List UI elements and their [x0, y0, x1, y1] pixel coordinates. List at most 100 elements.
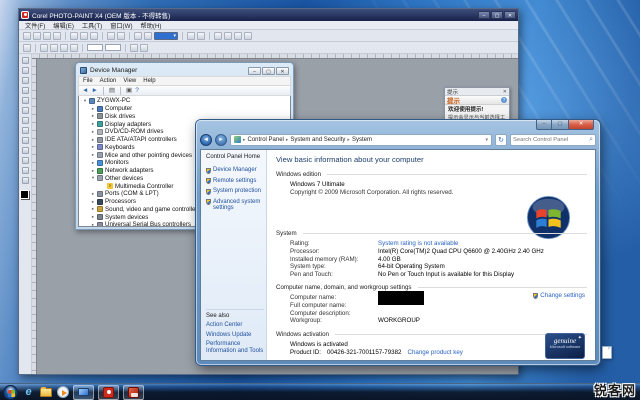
open-icon[interactable]	[33, 32, 41, 40]
breadcrumb-control-panel[interactable]: Control Panel	[248, 137, 284, 143]
pen-icon[interactable]	[70, 44, 78, 52]
fill-tool-icon[interactable]	[22, 167, 29, 174]
text-tool-icon[interactable]	[22, 147, 29, 154]
rotate-icon[interactable]	[130, 44, 138, 52]
menu-tools[interactable]: 工具(T)	[82, 21, 102, 30]
menu-file[interactable]: 文件(F)	[25, 21, 45, 30]
start-button[interactable]	[3, 385, 18, 400]
network-adapter-icon	[97, 168, 103, 174]
crop-tool-icon[interactable]	[22, 77, 29, 84]
tool-preset-icon[interactable]	[23, 44, 31, 52]
taskbar-app-photo-viewer[interactable]	[123, 385, 144, 400]
shape-icon[interactable]	[40, 44, 48, 52]
menu-help[interactable]: 帮助(H)	[141, 21, 162, 30]
breadcrumb[interactable]: ▸ Control Panel ▸ System and Security ▸ …	[230, 134, 492, 146]
menu-window[interactable]: 窗口(W)	[110, 21, 132, 30]
position-y-field[interactable]	[105, 44, 121, 51]
menu-help[interactable]: Help	[143, 78, 155, 84]
sidebar-item-advanced-settings[interactable]: Advanced system settings	[206, 199, 264, 212]
fullscreen-icon[interactable]	[187, 32, 195, 40]
hints-help-icon[interactable]: ?	[501, 97, 507, 103]
flip-icon[interactable]	[140, 44, 148, 52]
sidebar-item-remote-settings[interactable]: Remote settings	[206, 178, 264, 185]
align-icon[interactable]	[224, 32, 232, 40]
see-also-performance[interactable]: Performance Information and Tools	[206, 341, 264, 354]
eyedropper-tool-icon[interactable]	[22, 97, 29, 104]
paste-icon[interactable]	[90, 32, 98, 40]
menu-edit[interactable]: 编辑(E)	[53, 21, 74, 30]
internet-explorer-icon[interactable]: e	[22, 386, 35, 399]
minimize-button[interactable]: –	[478, 11, 490, 19]
app-launcher-icon[interactable]	[244, 32, 252, 40]
device-manager-title-bar[interactable]: Device Manager – ▢ ✕	[78, 65, 291, 76]
cut-icon[interactable]	[70, 32, 78, 40]
options-icon[interactable]	[234, 32, 242, 40]
change-product-key-link[interactable]: Change product key	[408, 349, 463, 356]
minimize-button[interactable]: –	[536, 120, 552, 130]
forward-button[interactable]: ►	[215, 134, 227, 146]
search-box[interactable]: ⌕	[510, 134, 596, 146]
see-also-windows-update[interactable]: Windows Update	[206, 332, 264, 339]
export-icon[interactable]	[144, 32, 152, 40]
redo-icon[interactable]	[117, 32, 125, 40]
menu-view[interactable]: View	[123, 78, 136, 84]
maximize-button[interactable]: ▢	[552, 120, 568, 130]
rect-icon[interactable]	[60, 44, 68, 52]
back-button[interactable]: ◄	[200, 134, 212, 146]
menu-action[interactable]: Action	[100, 78, 117, 84]
pick-tool-icon[interactable]	[22, 57, 29, 64]
position-x-field[interactable]	[87, 44, 103, 51]
docker-close-icon[interactable]: ✕	[503, 89, 507, 95]
close-button[interactable]: ✕	[276, 67, 289, 75]
import-icon[interactable]	[134, 32, 142, 40]
close-button[interactable]: ✕	[568, 120, 594, 130]
copy-icon[interactable]	[80, 32, 88, 40]
paint-tool-icon[interactable]	[22, 117, 29, 124]
forward-icon[interactable]: ►	[91, 86, 97, 96]
maximize-button[interactable]: ▢	[262, 67, 275, 75]
zoom-tool-icon[interactable]	[22, 87, 29, 94]
interactive-tool-icon[interactable]	[22, 177, 29, 184]
undo-icon[interactable]	[107, 32, 115, 40]
mask-icon[interactable]	[197, 32, 205, 40]
media-player-icon[interactable]	[56, 386, 69, 399]
new-icon[interactable]	[23, 32, 31, 40]
corel-title-bar[interactable]: Corel PHOTO-PAINT X4 (OEM 版本 - 不得转售) – ▢…	[19, 9, 518, 21]
minimize-button[interactable]: –	[248, 67, 261, 75]
properties-icon[interactable]: ▣	[126, 86, 132, 96]
tree-node[interactable]: ▸Computer	[80, 105, 290, 113]
desktop-file-icon[interactable]	[602, 346, 612, 359]
circle-icon[interactable]	[50, 44, 58, 52]
search-input[interactable]	[513, 137, 587, 143]
refresh-icon[interactable]: ↻	[495, 134, 507, 146]
show-window-icon[interactable]: ▤	[109, 86, 115, 96]
see-also-action-center[interactable]: Action Center	[206, 322, 264, 329]
mask-tool-icon[interactable]	[22, 67, 29, 74]
clone-tool-icon[interactable]	[22, 137, 29, 144]
change-settings-link[interactable]: Change settings	[533, 292, 585, 299]
taskbar-app-corel-photopaint[interactable]	[98, 385, 119, 400]
windows-explorer-icon[interactable]	[39, 386, 52, 399]
system-rating-link[interactable]: System rating is not available	[378, 240, 458, 247]
eraser-tool-icon[interactable]	[22, 107, 29, 114]
help-icon[interactable]: ?	[135, 86, 139, 96]
shape-tool-icon[interactable]	[22, 157, 29, 164]
breadcrumb-dropdown-icon[interactable]: ▾	[485, 137, 488, 143]
back-icon[interactable]: ◄	[82, 86, 88, 96]
sidebar-item-system-protection[interactable]: System protection	[206, 188, 264, 195]
breadcrumb-system-security[interactable]: System and Security	[290, 137, 345, 143]
taskbar-app-system-window[interactable]	[73, 385, 94, 400]
breadcrumb-system[interactable]: System	[352, 137, 372, 143]
zoom-level-combo[interactable]: ▾	[154, 32, 178, 40]
close-button[interactable]: ✕	[504, 11, 516, 19]
print-icon[interactable]	[53, 32, 61, 40]
menu-file[interactable]: File	[83, 78, 93, 84]
save-icon[interactable]	[43, 32, 51, 40]
effect-tool-icon[interactable]	[22, 127, 29, 134]
tree-node-computer-root[interactable]: ▾ZYGWX-PC	[80, 97, 290, 105]
maximize-button[interactable]: ▢	[491, 11, 503, 19]
grid-icon[interactable]	[214, 32, 222, 40]
sidebar-item-device-manager[interactable]: Device Manager	[206, 167, 264, 174]
sidebar-home-link[interactable]: Control Panel Home	[206, 154, 264, 160]
color-swatch[interactable]	[21, 191, 30, 200]
